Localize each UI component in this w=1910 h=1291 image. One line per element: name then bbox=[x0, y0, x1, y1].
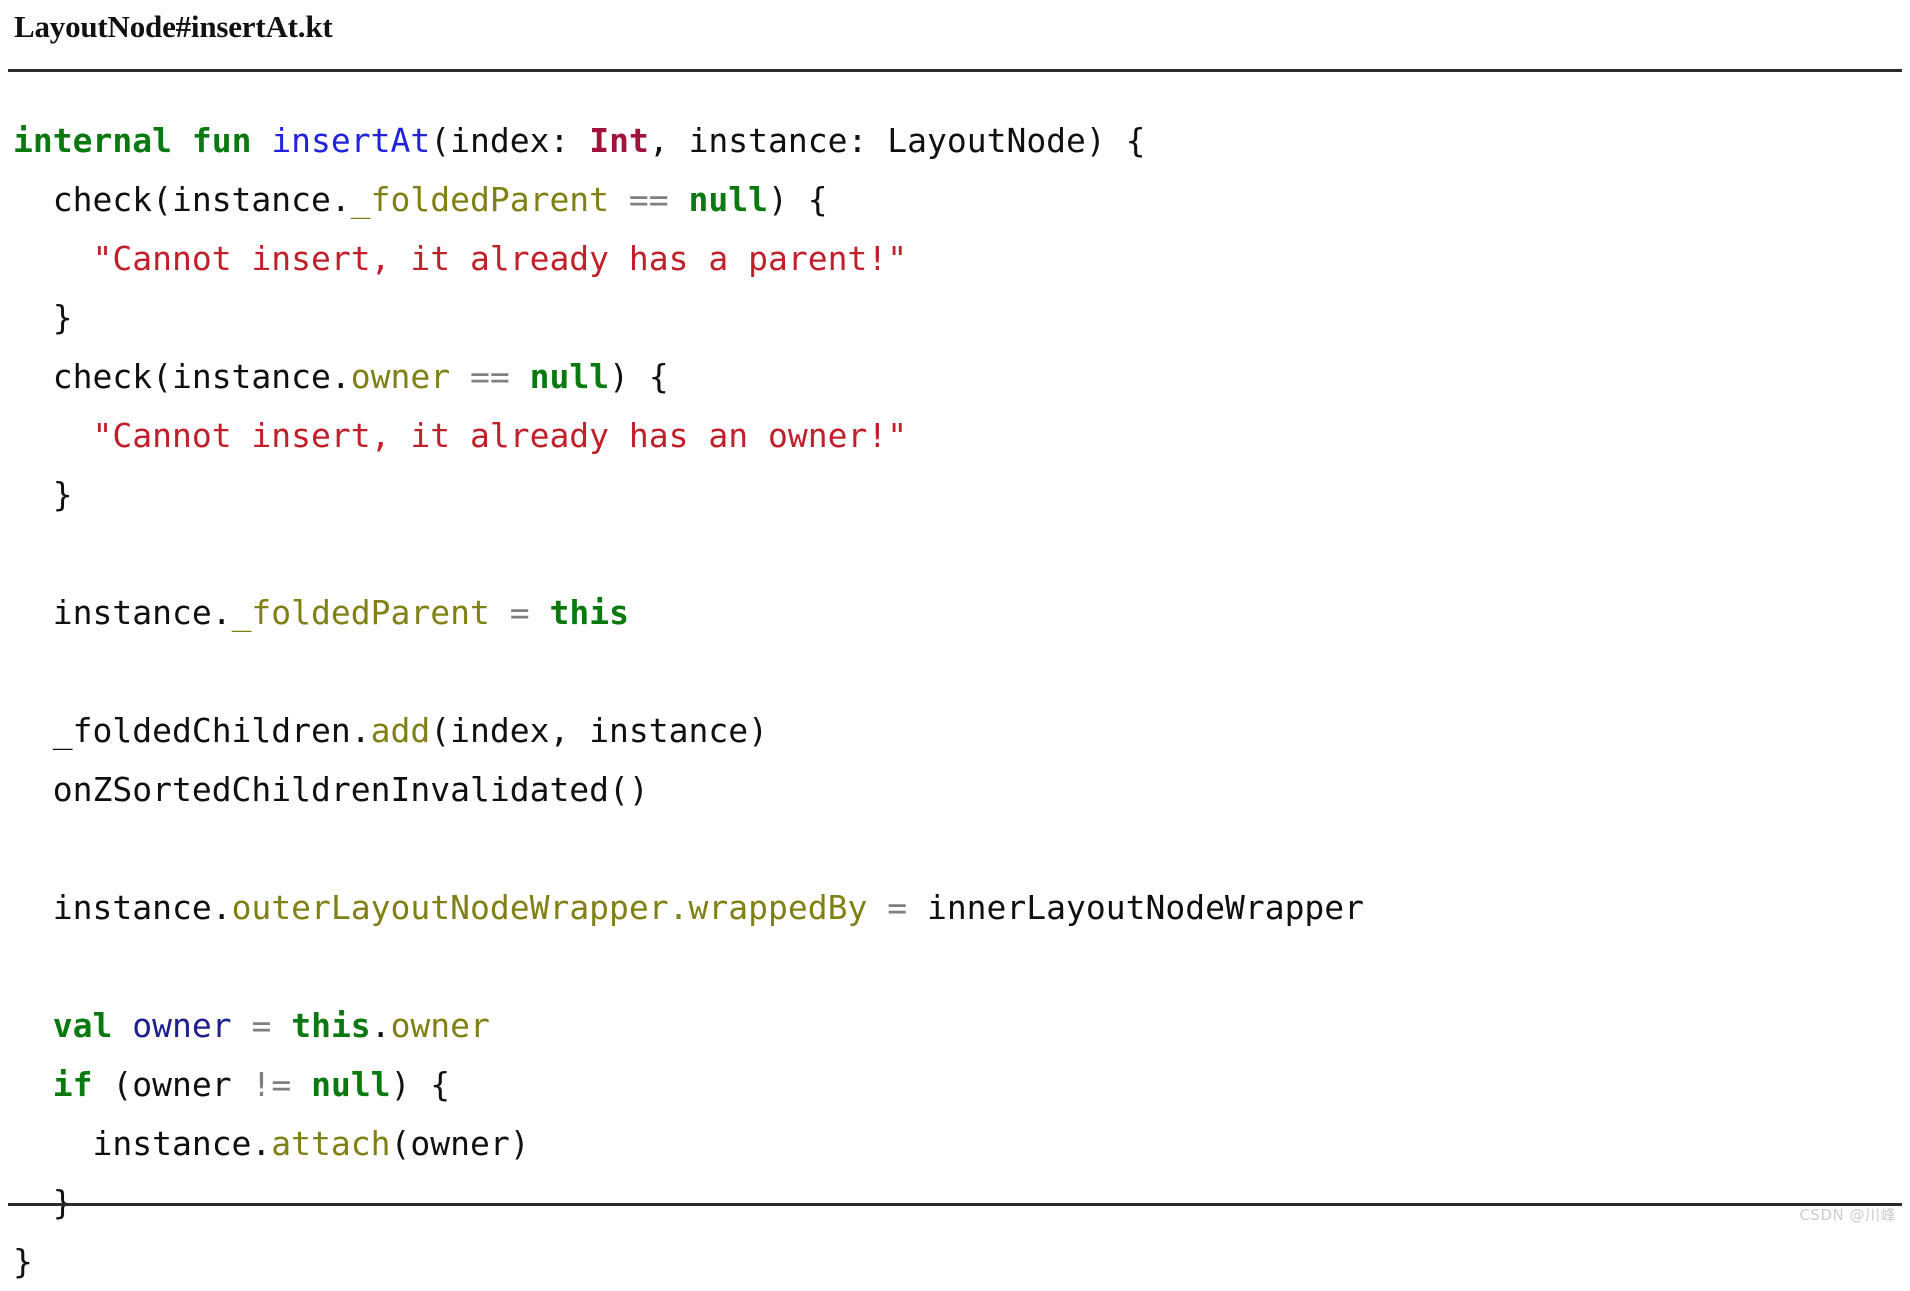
code-token-plain bbox=[232, 1006, 252, 1045]
code-token-operator: = bbox=[251, 1006, 271, 1045]
code-token-plain: check(instance. bbox=[53, 180, 351, 219]
code-indent bbox=[13, 593, 53, 632]
code-token-plain: check(instance. bbox=[53, 357, 351, 396]
code-token-property: owner bbox=[391, 1006, 490, 1045]
code-indent bbox=[13, 180, 53, 219]
code-line: "Cannot insert, it already has a parent!… bbox=[0, 229, 1910, 288]
code-line: instance.outerLayoutNodeWrapper.wrappedB… bbox=[0, 878, 1910, 937]
code-indent bbox=[13, 239, 92, 278]
code-line bbox=[0, 524, 1910, 583]
code-line bbox=[0, 642, 1910, 701]
code-token-plain: _foldedChildren. bbox=[53, 711, 371, 750]
code-line: if (owner != null) { bbox=[0, 1055, 1910, 1114]
code-token-keyword: null bbox=[311, 1065, 390, 1104]
code-token-plain: (owner bbox=[93, 1065, 252, 1104]
code-token-plain bbox=[530, 593, 550, 632]
header-divider bbox=[8, 69, 1902, 72]
code-token-plain bbox=[867, 888, 887, 927]
code-token-property: owner bbox=[351, 357, 450, 396]
code-token-property: outerLayoutNodeWrapper.wrappedBy bbox=[232, 888, 868, 927]
code-token-plain: , instance: LayoutNode) { bbox=[649, 121, 1146, 160]
code-indent bbox=[13, 298, 53, 337]
code-token-plain bbox=[450, 357, 470, 396]
code-indent bbox=[13, 1065, 53, 1104]
code-line: } bbox=[0, 1232, 1910, 1291]
code-token-plain bbox=[291, 1065, 311, 1104]
watermark: CSDN @川峰 bbox=[1799, 1206, 1896, 1224]
code-indent bbox=[13, 416, 92, 455]
code-token-keyword: internal bbox=[13, 121, 172, 160]
code-token-local-variable: owner bbox=[132, 1006, 231, 1045]
code-token-plain bbox=[251, 121, 271, 160]
code-indent bbox=[13, 1124, 92, 1163]
code-line: } bbox=[0, 288, 1910, 347]
code-token-property: _foldedParent bbox=[232, 593, 490, 632]
code-token-plain: } bbox=[53, 475, 73, 514]
code-token-keyword: this bbox=[549, 593, 628, 632]
code-token-plain: . bbox=[371, 1006, 391, 1045]
code-token-operator: == bbox=[629, 180, 669, 219]
code-indent bbox=[13, 770, 53, 809]
code-line: internal fun insertAt(index: Int, instan… bbox=[0, 111, 1910, 170]
code-indent bbox=[13, 888, 53, 927]
code-token-keyword: null bbox=[530, 357, 609, 396]
code-token-plain: innerLayoutNodeWrapper bbox=[907, 888, 1364, 927]
code-snippet-page: LayoutNode#insertAt.kt internal fun inse… bbox=[0, 0, 1910, 1230]
code-token-keyword: null bbox=[689, 180, 768, 219]
code-token-plain: (index, instance) bbox=[430, 711, 768, 750]
code-token-plain: ) { bbox=[391, 1065, 451, 1104]
code-line: } bbox=[0, 465, 1910, 524]
code-line: onZSortedChildrenInvalidated() bbox=[0, 760, 1910, 819]
code-line bbox=[0, 819, 1910, 878]
code-token-string: "Cannot insert, it already has a parent!… bbox=[92, 239, 907, 278]
code-token-plain: ) { bbox=[768, 180, 828, 219]
code-token-keyword: val bbox=[53, 1006, 113, 1045]
code-line: _foldedChildren.add(index, instance) bbox=[0, 701, 1910, 760]
code-line: instance.attach(owner) bbox=[0, 1114, 1910, 1173]
code-indent bbox=[13, 475, 53, 514]
footer-divider bbox=[8, 1203, 1902, 1206]
code-token-operator: != bbox=[251, 1065, 291, 1104]
code-indent bbox=[13, 357, 53, 396]
page-title: LayoutNode#insertAt.kt bbox=[14, 8, 333, 46]
code-token-plain: onZSortedChildrenInvalidated() bbox=[53, 770, 649, 809]
code-line: check(instance._foldedParent == null) { bbox=[0, 170, 1910, 229]
code-token-plain bbox=[271, 1006, 291, 1045]
code-token-plain: instance. bbox=[92, 1124, 271, 1163]
code-line: "Cannot insert, it already has an owner!… bbox=[0, 406, 1910, 465]
code-line bbox=[0, 937, 1910, 996]
code-token-property: _foldedParent bbox=[351, 180, 609, 219]
code-token-plain bbox=[510, 357, 530, 396]
code-token-operator: == bbox=[470, 357, 510, 396]
code-token-keyword: fun bbox=[192, 121, 252, 160]
code-token-string: "Cannot insert, it already has an owner!… bbox=[92, 416, 907, 455]
code-token-operator: = bbox=[887, 888, 907, 927]
code-token-plain: } bbox=[53, 298, 73, 337]
code-indent bbox=[13, 711, 53, 750]
code-token-function-name: insertAt bbox=[271, 121, 430, 160]
code-token-plain: ) { bbox=[609, 357, 669, 396]
code-token-plain bbox=[609, 180, 629, 219]
code-indent bbox=[13, 1006, 53, 1045]
code-block: internal fun insertAt(index: Int, instan… bbox=[0, 111, 1910, 1291]
code-token-operator: = bbox=[510, 593, 530, 632]
code-token-property: attach bbox=[271, 1124, 390, 1163]
code-token-plain bbox=[112, 1006, 132, 1045]
code-token-plain: (owner) bbox=[391, 1124, 530, 1163]
code-token-plain: (index: bbox=[430, 121, 589, 160]
code-line: instance._foldedParent = this bbox=[0, 583, 1910, 642]
code-token-plain bbox=[490, 593, 510, 632]
code-line: val owner = this.owner bbox=[0, 996, 1910, 1055]
code-token-plain bbox=[172, 121, 192, 160]
code-token-plain: } bbox=[13, 1242, 33, 1281]
code-token-property: add bbox=[371, 711, 431, 750]
code-token-keyword: if bbox=[53, 1065, 93, 1104]
code-token-type: Int bbox=[589, 121, 649, 160]
code-token-plain bbox=[669, 180, 689, 219]
code-token-plain: instance. bbox=[53, 593, 232, 632]
code-line: check(instance.owner == null) { bbox=[0, 347, 1910, 406]
code-token-plain: instance. bbox=[53, 888, 232, 927]
code-token-keyword: this bbox=[291, 1006, 370, 1045]
